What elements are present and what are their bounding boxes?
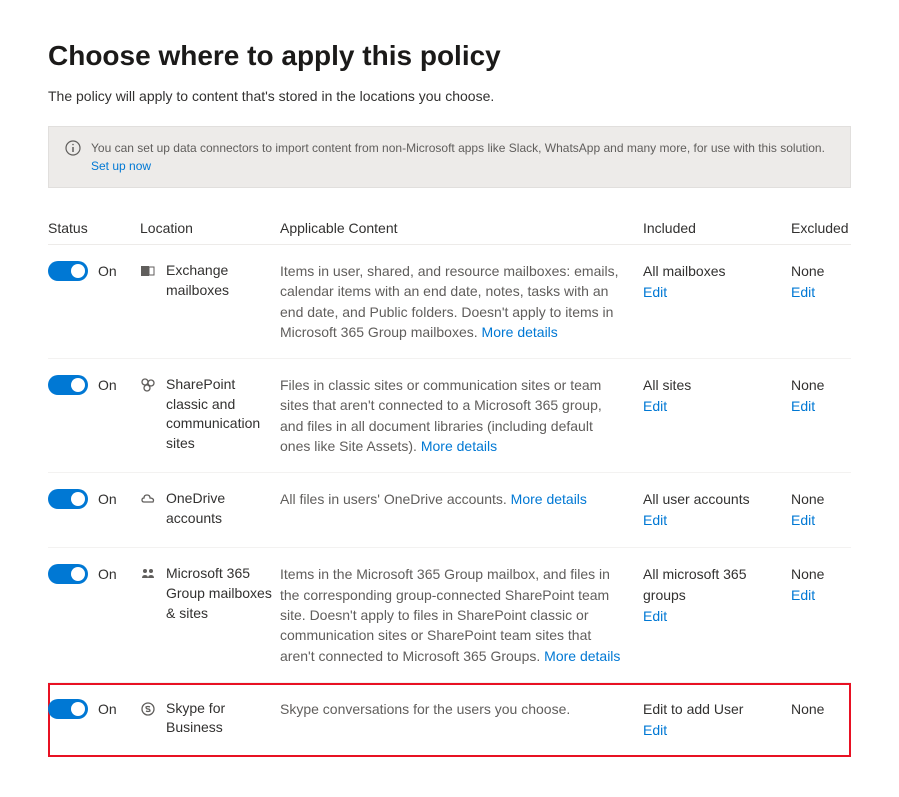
excluded-text: None <box>791 491 824 507</box>
status-cell: On <box>48 564 140 584</box>
table-row: On SharePoint classic and communication … <box>48 359 851 473</box>
content-cell: All files in users' OneDrive accounts. M… <box>280 489 643 509</box>
content-text: Items in user, shared, and resource mail… <box>280 263 619 340</box>
setup-now-link[interactable]: Set up now <box>91 159 151 173</box>
content-cell: Files in classic sites or communication … <box>280 375 643 456</box>
status-toggle[interactable] <box>48 375 88 395</box>
more-details-link[interactable]: More details <box>511 491 587 507</box>
location-cell: Skype for Business <box>140 699 280 738</box>
status-cell: On <box>48 261 140 281</box>
info-icon <box>65 140 81 156</box>
groups-icon <box>140 566 156 582</box>
locations-table: Status Location Applicable Content Inclu… <box>48 212 851 757</box>
excluded-cell: None Edit <box>791 261 851 303</box>
location-name: Skype for Business <box>166 699 280 738</box>
sharepoint-icon <box>140 377 156 393</box>
included-edit-link[interactable]: Edit <box>643 720 791 741</box>
excluded-text: None <box>791 701 824 717</box>
col-included: Included <box>643 220 791 236</box>
status-toggle[interactable] <box>48 564 88 584</box>
status-text: On <box>98 566 117 582</box>
location-name: Microsoft 365 Group mailboxes & sites <box>166 564 280 623</box>
included-edit-link[interactable]: Edit <box>643 510 791 531</box>
status-text: On <box>98 263 117 279</box>
excluded-edit-link[interactable]: Edit <box>791 396 851 417</box>
included-text: All user accounts <box>643 491 750 507</box>
page-subtitle: The policy will apply to content that's … <box>48 88 851 104</box>
status-toggle[interactable] <box>48 261 88 281</box>
col-content: Applicable Content <box>280 220 643 236</box>
table-row: On OneDrive accounts All files in users'… <box>48 473 851 548</box>
excluded-cell: None <box>791 699 851 720</box>
excluded-cell: None Edit <box>791 375 851 417</box>
location-cell: Exchange mailboxes <box>140 261 280 300</box>
excluded-edit-link[interactable]: Edit <box>791 510 851 531</box>
location-name: SharePoint classic and communication sit… <box>166 375 280 453</box>
content-text: Skype conversations for the users you ch… <box>280 701 570 717</box>
location-name: Exchange mailboxes <box>166 261 280 300</box>
exchange-icon <box>140 263 156 279</box>
col-status: Status <box>48 220 140 236</box>
info-banner: You can set up data connectors to import… <box>48 126 851 188</box>
onedrive-icon <box>140 491 156 507</box>
status-cell: On <box>48 699 140 719</box>
included-cell: All sites Edit <box>643 375 791 417</box>
page-title: Choose where to apply this policy <box>48 40 851 72</box>
excluded-text: None <box>791 377 824 393</box>
included-cell: All microsoft 365 groups Edit <box>643 564 791 627</box>
table-row: On Skype for Business Skype conversation… <box>48 683 851 757</box>
location-name: OneDrive accounts <box>166 489 280 528</box>
content-cell: Skype conversations for the users you ch… <box>280 699 643 719</box>
content-text: All files in users' OneDrive accounts. <box>280 491 511 507</box>
excluded-text: None <box>791 566 824 582</box>
content-cell: Items in user, shared, and resource mail… <box>280 261 643 342</box>
table-row: On Exchange mailboxes Items in user, sha… <box>48 245 851 359</box>
included-edit-link[interactable]: Edit <box>643 396 791 417</box>
content-cell: Items in the Microsoft 365 Group mailbox… <box>280 564 643 665</box>
excluded-edit-link[interactable]: Edit <box>791 282 851 303</box>
included-text: Edit to add User <box>643 701 743 717</box>
included-text: All sites <box>643 377 691 393</box>
col-excluded: Excluded <box>791 220 851 236</box>
col-location: Location <box>140 220 280 236</box>
excluded-cell: None Edit <box>791 564 851 606</box>
status-text: On <box>98 377 117 393</box>
included-cell: All user accounts Edit <box>643 489 791 531</box>
status-text: On <box>98 491 117 507</box>
status-text: On <box>98 701 117 717</box>
more-details-link[interactable]: More details <box>421 438 497 454</box>
excluded-edit-link[interactable]: Edit <box>791 585 851 606</box>
status-cell: On <box>48 489 140 509</box>
excluded-text: None <box>791 263 824 279</box>
banner-text: You can set up data connectors to import… <box>91 139 834 175</box>
included-cell: All mailboxes Edit <box>643 261 791 303</box>
location-cell: Microsoft 365 Group mailboxes & sites <box>140 564 280 623</box>
included-cell: Edit to add User Edit <box>643 699 791 741</box>
status-toggle[interactable] <box>48 699 88 719</box>
included-text: All microsoft 365 groups <box>643 566 746 603</box>
more-details-link[interactable]: More details <box>544 648 620 664</box>
excluded-cell: None Edit <box>791 489 851 531</box>
table-row: On Microsoft 365 Group mailboxes & sites… <box>48 548 851 682</box>
location-cell: SharePoint classic and communication sit… <box>140 375 280 453</box>
status-cell: On <box>48 375 140 395</box>
included-edit-link[interactable]: Edit <box>643 282 791 303</box>
status-toggle[interactable] <box>48 489 88 509</box>
included-edit-link[interactable]: Edit <box>643 606 791 627</box>
included-text: All mailboxes <box>643 263 725 279</box>
table-header: Status Location Applicable Content Inclu… <box>48 212 851 245</box>
more-details-link[interactable]: More details <box>482 324 558 340</box>
location-cell: OneDrive accounts <box>140 489 280 528</box>
skype-icon <box>140 701 156 717</box>
